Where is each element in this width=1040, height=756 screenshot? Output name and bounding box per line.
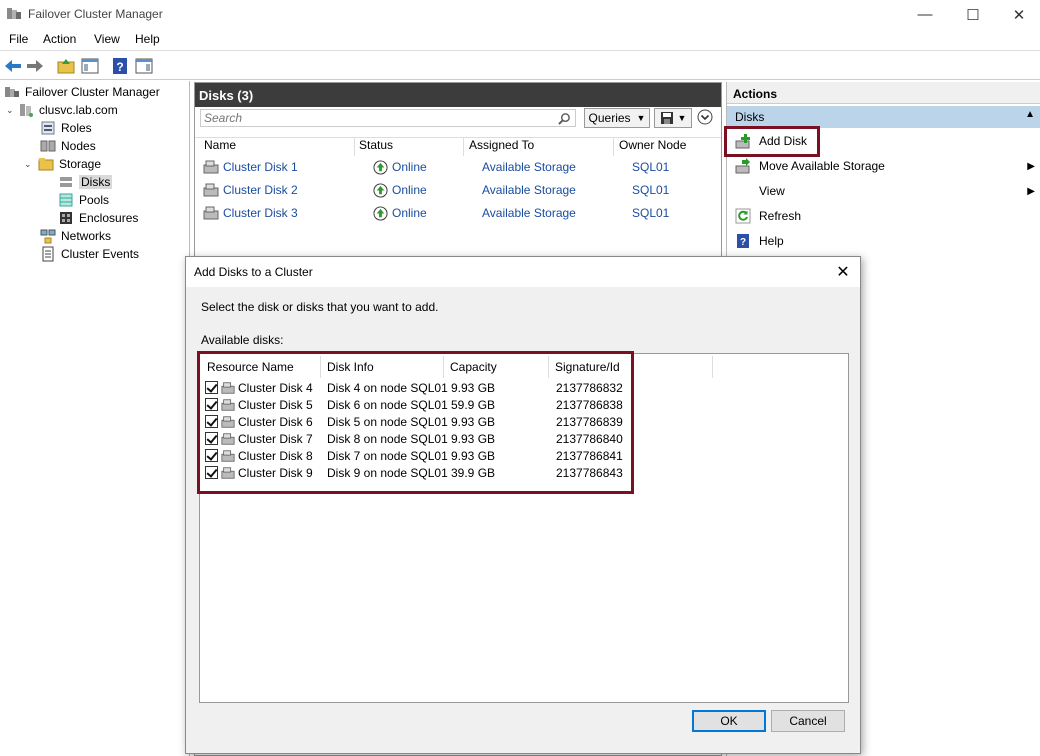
action-view[interactable]: View ▶	[727, 179, 1040, 203]
cluster-disk-icon	[203, 183, 219, 197]
toolbar: ?	[0, 52, 1040, 80]
column-header-assigned-to[interactable]: Assigned To	[469, 138, 534, 156]
search-box[interactable]	[200, 109, 576, 127]
add-disks-dialog: Add Disks to a Cluster ✕ Select the disk…	[185, 256, 861, 754]
networks-icon	[40, 229, 56, 244]
online-status-icon	[373, 182, 388, 198]
column-header-status[interactable]: Status	[359, 138, 393, 156]
svg-text:?: ?	[116, 60, 123, 74]
show-hide-tree-icon[interactable]	[80, 56, 100, 76]
table-row[interactable]: Cluster Disk 3 Online Available Storage …	[203, 203, 713, 223]
chevron-down-icon[interactable]: ⌄	[24, 159, 38, 170]
up-folder-icon[interactable]	[56, 56, 76, 76]
ok-button[interactable]: OK	[692, 710, 766, 732]
tree-item-root[interactable]: Failover Cluster Manager	[4, 83, 160, 101]
save-query-button[interactable]: ▼	[654, 108, 692, 128]
table-row[interactable]: Cluster Disk 1 Online Available Storage …	[203, 157, 713, 177]
forward-arrow-icon[interactable]	[25, 56, 45, 76]
menu-action[interactable]: Action	[43, 32, 76, 46]
tree-item-cluster-events[interactable]: Cluster Events	[40, 245, 139, 263]
disks-icon	[60, 177, 72, 187]
tree-item-cluster[interactable]: ⌄ clusvc.lab.com	[6, 101, 118, 119]
online-status-icon	[373, 205, 388, 221]
tree-item-networks[interactable]: Networks	[40, 227, 111, 245]
refresh-icon	[735, 208, 751, 224]
help-icon: ?	[737, 234, 749, 248]
help-icon[interactable]: ?	[110, 56, 130, 76]
roles-icon	[41, 121, 55, 135]
save-icon	[660, 112, 673, 124]
nodes-icon	[40, 140, 56, 152]
expand-circle-icon[interactable]	[697, 109, 713, 125]
title-bar: Failover Cluster Manager — ☐ ✕	[0, 0, 1040, 29]
minimize-button[interactable]: —	[902, 0, 948, 29]
tree-item-storage[interactable]: ⌄ Storage	[24, 155, 101, 173]
action-move-available-storage[interactable]: Move Available Storage ▶	[727, 154, 1040, 178]
cluster-disk-icon	[203, 206, 219, 220]
maximize-button[interactable]: ☐	[950, 0, 996, 29]
search-input[interactable]	[201, 110, 551, 126]
pools-icon	[59, 193, 73, 207]
column-header-name[interactable]: Name	[204, 138, 236, 156]
table-row[interactable]: Cluster Disk 2 Online Available Storage …	[203, 180, 713, 200]
dialog-instruction: Select the disk or disks that you want t…	[201, 300, 439, 314]
column-header-owner-node[interactable]: Owner Node	[619, 138, 686, 156]
online-status-icon	[373, 159, 388, 175]
search-icon[interactable]	[558, 112, 571, 125]
menu-help[interactable]: Help	[135, 32, 160, 46]
storage-folder-icon	[38, 158, 54, 171]
tree-item-nodes[interactable]: Nodes	[40, 137, 96, 155]
actions-section-disks[interactable]: Disks ▲	[727, 106, 1040, 128]
actions-header: Actions	[727, 82, 1040, 104]
back-arrow-icon[interactable]	[3, 56, 23, 76]
cluster-disk-icon	[203, 160, 219, 174]
show-hide-action-pane-icon[interactable]	[134, 56, 154, 76]
action-refresh[interactable]: Refresh	[727, 204, 1040, 228]
cluster-manager-icon	[7, 8, 21, 19]
events-log-icon	[42, 246, 54, 262]
action-add-disk[interactable]: Add Disk	[727, 129, 1040, 153]
close-window-button[interactable]: ✕	[996, 0, 1040, 29]
collapse-up-icon[interactable]: ▲	[1025, 109, 1035, 120]
pane-title: Disks (3)	[195, 83, 721, 107]
chevron-down-icon[interactable]: ⌄	[6, 105, 18, 116]
tree-item-pools[interactable]: Pools	[58, 191, 109, 209]
tree-item-enclosures[interactable]: Enclosures	[58, 209, 138, 227]
menu-bar: File Action View Help	[0, 29, 1040, 51]
menu-file[interactable]: File	[9, 32, 28, 46]
add-disk-icon	[735, 134, 750, 149]
menu-view[interactable]: View	[94, 32, 120, 46]
tree-item-roles[interactable]: Roles	[40, 119, 92, 137]
submenu-arrow-icon: ▶	[1027, 185, 1035, 197]
app-window: Failover Cluster Manager — ☐ ✕ File Acti…	[0, 0, 1040, 756]
action-help[interactable]: ? Help	[727, 229, 1040, 253]
tree-item-disks[interactable]: Disks	[58, 173, 113, 191]
cluster-manager-icon	[5, 87, 19, 97]
disks-grid: Cluster Disk 1 Online Available Storage …	[203, 157, 713, 223]
cluster-icon	[20, 104, 33, 117]
enclosures-icon	[60, 212, 72, 224]
svg-text:?: ?	[740, 237, 746, 248]
navigation-tree: Failover Cluster Manager ⌄ clusvc.lab.co…	[0, 81, 190, 756]
available-disks-label: Available disks:	[201, 333, 284, 347]
submenu-arrow-icon: ▶	[1027, 160, 1035, 172]
window-title: Failover Cluster Manager	[28, 7, 163, 21]
queries-button[interactable]: Queries ▼	[584, 108, 650, 128]
dialog-close-icon[interactable]: ✕	[832, 261, 854, 283]
disks-highlight	[197, 351, 634, 494]
cancel-button[interactable]: Cancel	[771, 710, 845, 732]
dialog-title: Add Disks to a Cluster	[186, 257, 860, 287]
dropdown-arrow-icon: ▼	[636, 113, 646, 123]
move-storage-icon	[735, 158, 750, 174]
dropdown-arrow-icon: ▼	[677, 113, 687, 123]
